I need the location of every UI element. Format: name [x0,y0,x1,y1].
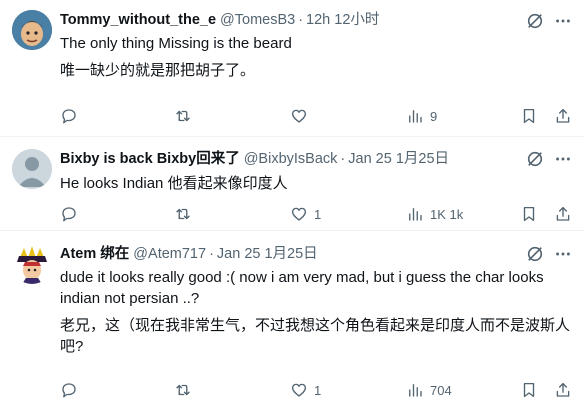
tweet-text-line: He looks Indian 他看起来像印度人 [60,175,288,192]
views-count: 9 [430,108,438,124]
retweet-icon [176,384,190,396]
more-icon[interactable] [554,150,572,168]
like-button[interactable]: 1 [290,380,321,400]
tweet[interactable]: Bixby is back Bixby回来了 @BixbyIsBack · Jan 2… [0,137,584,231]
reply-icon [62,109,76,124]
tweet-text-line: indian not persian ..? [60,290,200,307]
tweet-text-line: 老兄，这（现在我非常生气，不过我想这个角色看起来是印度人而不是波斯人 [60,317,571,334]
more-icon[interactable] [554,12,572,30]
reply-button[interactable] [60,380,84,400]
grok-icon[interactable] [526,150,544,168]
views-button[interactable]: 9 [406,106,437,126]
timestamp[interactable]: 12h 12小时 [306,12,379,28]
like-button[interactable]: 1 [290,204,321,224]
retweet-icon [176,110,190,122]
share-icon [556,206,570,221]
views-button[interactable]: 1K 1k [406,204,463,224]
like-count: 1 [314,382,322,398]
author-name[interactable]: Bixby is back Bixby回来了 [60,151,240,167]
share-button[interactable] [554,204,572,224]
views-count: 1K 1k [430,206,464,222]
timestamp[interactable]: Jan 25 1月25日 [348,151,449,167]
views-button[interactable]: 704 [406,380,452,400]
retweet-icon [176,208,190,220]
more-icon[interactable] [554,245,572,263]
grok-icon[interactable] [526,245,544,263]
views-icon [409,110,422,123]
avatar[interactable] [12,10,52,50]
bookmark-icon [523,206,535,222]
timestamp[interactable]: Jan 25 1月25日 [217,246,318,262]
views-icon [409,208,422,221]
author-handle[interactable]: @TomesB3 [220,12,295,28]
retweet-button[interactable] [174,204,198,224]
tweet[interactable]: Atem 绑在 @Atem717 · Jan 25 1月25日 dude it loo… [0,231,584,412]
tweet-text-line: 吧? [60,338,84,355]
bookmark-icon [523,382,535,398]
tweet-text-line: The only thing Missing is the beard [60,35,292,52]
tweet-text-line: 唯一缺少的就是那把胡子了。 [60,62,256,79]
author-handle[interactable]: @Atem717 [133,246,206,262]
retweet-button[interactable] [174,380,198,400]
author-name[interactable]: Atem 绑在 [60,246,129,262]
bookmark-button[interactable] [520,380,538,400]
reply-icon [62,383,76,398]
author-handle[interactable]: @BixbyIsBack [244,151,338,167]
like-count: 1 [314,206,322,222]
like-button[interactable] [290,106,314,126]
grok-icon[interactable] [526,12,544,30]
share-button[interactable] [554,106,572,126]
reply-icon [62,207,76,222]
bookmark-button[interactable] [520,106,538,126]
views-count: 704 [430,382,452,398]
avatar[interactable] [12,244,52,284]
author-name[interactable]: Tommy_without_the_e [60,12,216,28]
share-button[interactable] [554,380,572,400]
avatar[interactable] [12,149,52,189]
tweet[interactable]: Tommy_without_the_e @TomesB3 · 12h 12小时 The… [0,0,584,137]
separator-dot: · [340,151,346,167]
views-icon [409,384,422,397]
bookmark-button[interactable] [520,204,538,224]
like-icon [291,383,307,397]
separator-dot: · [298,12,304,28]
reply-button[interactable] [60,106,84,126]
bookmark-icon [523,108,535,124]
tweet-text-line: dude it looks really good :( now i am ve… [60,269,544,286]
separator-dot: · [209,246,214,262]
retweet-button[interactable] [174,106,198,126]
reply-button[interactable] [60,204,84,224]
share-icon [556,108,570,123]
like-icon [291,109,307,123]
like-icon [291,207,307,221]
share-icon [556,382,570,397]
